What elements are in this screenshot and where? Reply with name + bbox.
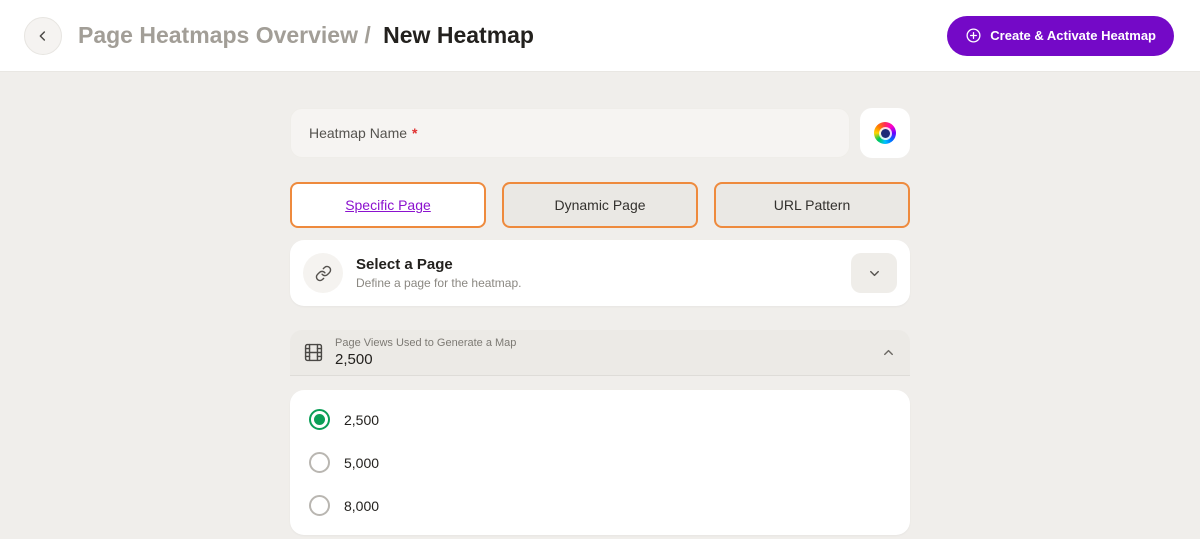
radio-button[interactable] — [309, 452, 330, 473]
tab-dynamic-page[interactable]: Dynamic Page — [502, 182, 698, 228]
radio-button[interactable] — [309, 409, 330, 430]
new-heatmap-form: Heatmap Name * Specific Page Dynamic Pag… — [290, 108, 910, 535]
chevron-up-icon — [881, 345, 896, 360]
option-label: 5,000 — [344, 455, 379, 471]
heatmap-name-input[interactable]: Heatmap Name * — [290, 108, 850, 158]
page-views-options-card: 2,500 5,000 8,000 — [290, 390, 910, 535]
breadcrumb-current: New Heatmap — [383, 22, 534, 48]
heatmap-color-picker-button[interactable] — [860, 108, 910, 158]
heatmap-name-row: Heatmap Name * — [290, 108, 910, 158]
tab-label: Dynamic Page — [554, 197, 645, 213]
page-views-text: Page Views Used to Generate a Map 2,500 — [335, 337, 516, 368]
select-page-text: Select a Page Define a page for the heat… — [356, 256, 521, 290]
color-wheel-center — [881, 129, 890, 138]
heatmap-name-placeholder: Heatmap Name — [309, 125, 407, 141]
create-button-label: Create & Activate Heatmap — [990, 28, 1156, 43]
page-type-tabs: Specific Page Dynamic Page URL Pattern — [290, 182, 910, 228]
link-icon-circle — [303, 253, 343, 293]
option-label: 8,000 — [344, 498, 379, 514]
chevron-down-icon — [867, 266, 882, 281]
option-label: 2,500 — [344, 412, 379, 428]
radio-dot — [314, 414, 325, 425]
required-asterisk: * — [412, 125, 417, 141]
circle-plus-icon — [965, 27, 982, 44]
select-page-title: Select a Page — [356, 256, 521, 273]
link-icon — [315, 265, 332, 282]
select-page-dropdown-button[interactable] — [851, 253, 897, 293]
tab-specific-page[interactable]: Specific Page — [290, 182, 486, 228]
page-views-section-header[interactable]: Page Views Used to Generate a Map 2,500 — [290, 330, 910, 376]
option-2500[interactable]: 2,500 — [290, 398, 910, 441]
select-page-subtitle: Define a page for the heatmap. — [356, 276, 521, 290]
select-page-card[interactable]: Select a Page Define a page for the heat… — [290, 240, 910, 306]
option-8000[interactable]: 8,000 — [290, 484, 910, 527]
radio-button[interactable] — [309, 495, 330, 516]
arrow-left-icon — [35, 28, 51, 44]
option-5000[interactable]: 5,000 — [290, 441, 910, 484]
page-views-label: Page Views Used to Generate a Map — [335, 337, 516, 349]
breadcrumb-prefix: Page Heatmaps Overview / — [78, 22, 371, 48]
tab-label: URL Pattern — [774, 197, 851, 213]
breadcrumb: Page Heatmaps Overview / New Heatmap — [78, 22, 534, 49]
page-views-value: 2,500 — [335, 351, 516, 368]
back-button[interactable] — [24, 17, 62, 55]
top-header: Page Heatmaps Overview / New Heatmap Cre… — [0, 0, 1200, 72]
create-activate-heatmap-button[interactable]: Create & Activate Heatmap — [947, 16, 1174, 56]
tab-url-pattern[interactable]: URL Pattern — [714, 182, 910, 228]
film-icon — [304, 343, 323, 362]
color-wheel-icon — [874, 122, 896, 144]
tab-label: Specific Page — [345, 197, 431, 213]
